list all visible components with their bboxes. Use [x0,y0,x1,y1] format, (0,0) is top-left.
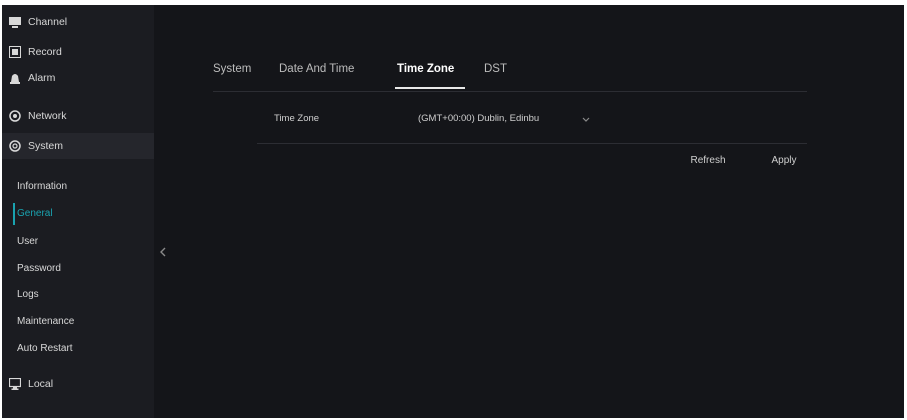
sidebar-item-label: Local [28,378,54,390]
tab-divider [213,91,807,92]
time-zone-select[interactable]: (GMT+00:00) Dublin, Edinbu [418,113,539,124]
active-tab-underline [395,87,465,89]
sidebar-subitem-general[interactable]: General [17,206,53,222]
sidebar-subitem-information[interactable]: Information [17,179,67,195]
chevron-down-icon [582,117,590,122]
sidebar-item-alarm[interactable]: Alarm [2,65,154,91]
sidebar: Channel Record Alarm Network System Info… [2,5,154,418]
tab-date-and-time[interactable]: Date And Time [279,63,354,75]
time-zone-dropdown-button[interactable] [580,113,592,125]
sidebar-item-label: Alarm [28,72,56,84]
chevron-left-icon [160,247,166,257]
form-divider [257,143,807,144]
refresh-button[interactable]: Refresh [682,152,734,170]
sidebar-item-label: Network [28,110,67,122]
sidebar-item-network[interactable]: Network [2,103,154,129]
network-icon [9,110,21,122]
local-monitor-icon [9,378,21,390]
sidebar-subitem-auto-restart[interactable]: Auto Restart [17,341,73,357]
sidebar-item-system[interactable]: System [2,133,154,159]
record-icon [9,46,21,58]
sidebar-item-record[interactable]: Record [2,39,154,65]
app-window: Channel Record Alarm Network System Info… [2,5,904,418]
tab-time-zone[interactable]: Time Zone [397,63,454,75]
sidebar-item-local[interactable]: Local [2,371,154,397]
sidebar-subitem-password[interactable]: Password [17,261,61,277]
sidebar-item-label: Record [28,46,62,58]
sidebar-subitem-user[interactable]: User [17,234,38,250]
channel-icon [9,16,21,28]
tab-system[interactable]: System [213,63,251,75]
sidebar-item-label: System [28,140,64,152]
sidebar-item-label: Channel [28,16,68,28]
selected-indicator [13,203,15,225]
tab-dst[interactable]: DST [484,63,507,75]
sidebar-subitem-maintenance[interactable]: Maintenance [17,314,74,330]
sidebar-item-channel[interactable]: Channel [2,9,154,35]
alarm-icon [9,72,21,84]
collapse-sidebar-button[interactable] [158,245,168,259]
system-gear-icon [9,140,21,152]
apply-button[interactable]: Apply [764,152,804,170]
sidebar-subitem-logs[interactable]: Logs [17,287,39,303]
time-zone-label: Time Zone [274,113,320,124]
